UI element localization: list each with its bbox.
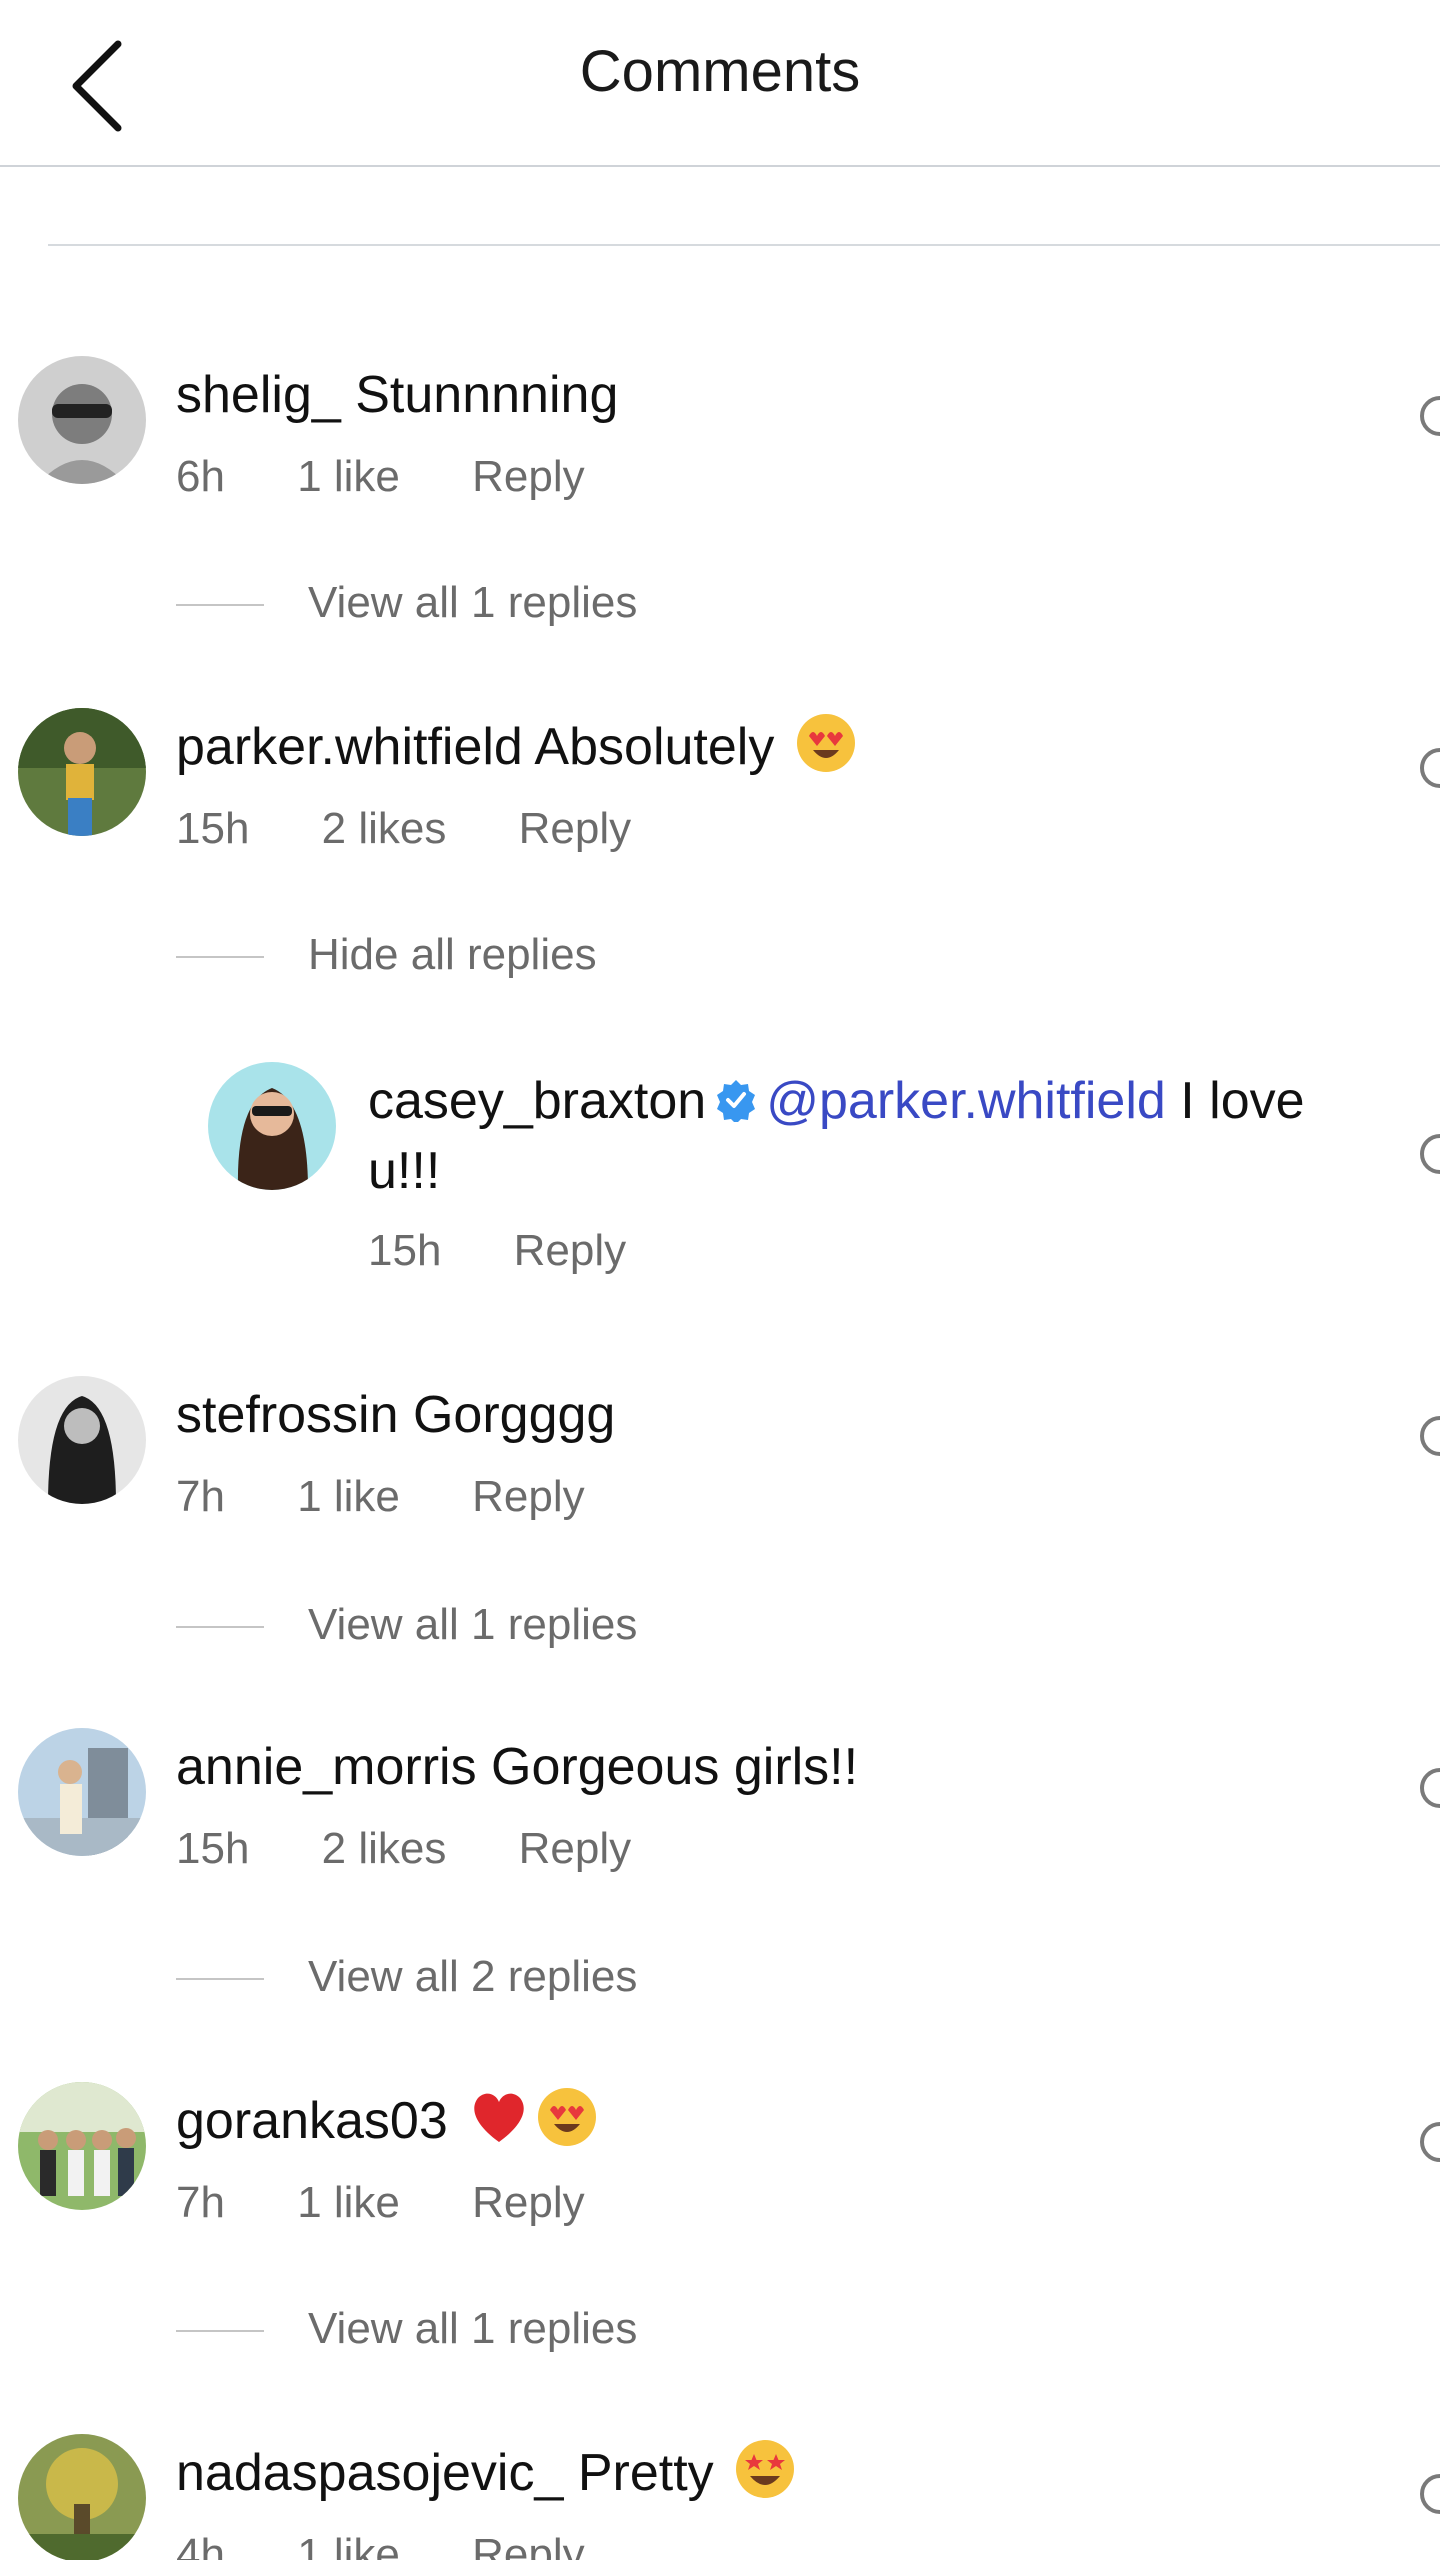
comment-username[interactable]: shelig_ [176,366,341,424]
comment-time: 7h [176,1472,225,1521]
heart-eyes-emoji [538,2088,597,2146]
comment-likes[interactable]: 1 like [297,2530,400,2560]
comment-meta: 7h 1 like Reply [176,1472,645,1522]
comment-meta: 6h 1 like Reply [176,452,645,502]
verified-badge-icon [717,1080,756,1122]
comment-username[interactable]: nadaspasojevic_ [176,2444,563,2502]
avatar[interactable] [18,708,146,836]
view-replies-button[interactable]: View all 2 replies [176,1952,637,2012]
star-struck-emoji [736,2440,795,2498]
reply-button[interactable]: Reply [519,1824,632,1873]
avatar[interactable] [18,1376,146,1504]
comment-time: 6h [176,452,225,501]
comment-likes[interactable]: 2 likes [322,1824,447,1873]
comment-text: annie_morris Gorgeous girls!! [176,1732,858,1802]
comment-username[interactable]: gorankas03 [176,2092,448,2150]
reply-button[interactable]: Reply [514,1226,627,1275]
comment-text: nadaspasojevic_ Pretty [176,2438,796,2508]
reply-button[interactable]: Reply [472,2178,585,2227]
mention-link[interactable]: @parker.whitfield [766,1072,1166,1130]
reply-button[interactable]: Reply [519,804,632,853]
comment-meta: 7h 1 like Reply [176,2178,645,2228]
avatar[interactable] [208,1062,336,1190]
hide-replies-button[interactable]: Hide all replies [176,930,597,990]
avatar[interactable] [18,2082,146,2210]
comment-meta: 15h 2 likes Reply [176,804,691,854]
comment-likes[interactable]: 1 like [297,452,400,501]
comment-time: 7h [176,2178,225,2227]
comment-likes[interactable]: 1 like [297,2178,400,2227]
comment-text: shelig_ Stunnnning [176,360,618,430]
reply-text: casey_braxton @parker.whitfield I love [368,1066,1305,1136]
red-heart-emoji [474,2093,524,2142]
reply-body: I love [1180,1072,1305,1130]
heart-icon[interactable] [1420,2122,1440,2162]
page-title: Comments [579,39,861,104]
comment-meta: 15h 2 likes Reply [176,1824,691,1874]
comment-time: 15h [176,804,250,853]
heart-icon[interactable] [1420,396,1440,436]
comment-body: Pretty [577,2444,714,2502]
view-replies-button[interactable]: View all 1 replies [176,1600,637,1660]
heart-eyes-emoji [796,714,855,772]
comment-time: 4h [176,2530,225,2560]
reply-button[interactable]: Reply [472,2530,585,2560]
comment-body: Stunnnning [355,366,619,424]
comment-likes[interactable]: 2 likes [322,804,447,853]
avatar[interactable] [18,2434,146,2560]
comment-text: parker.whitfield Absolutely [176,712,857,782]
comment-username[interactable]: stefrossin [176,1386,399,1444]
header: Comments [0,0,1440,167]
heart-icon[interactable] [1420,1416,1440,1456]
avatar[interactable] [18,1728,146,1856]
reply-body-continued: u!!! [368,1142,441,1200]
heart-icon[interactable] [1420,1134,1440,1174]
reply-time: 15h [368,1226,442,1275]
caption-divider [48,244,1440,246]
comment-text: stefrossin Gorgggg [176,1380,615,1450]
heart-icon[interactable] [1420,748,1440,788]
comment-username[interactable]: parker.whitfield [176,718,523,776]
comment-likes[interactable]: 1 like [297,1472,400,1521]
comment-body: Absolutely [534,718,775,776]
comment-username[interactable]: annie_morris [176,1738,477,1796]
view-replies-button[interactable]: View all 1 replies [176,578,637,638]
comments-screen: Comments shelig_ Stunnnning 6h 1 like Re… [0,0,1440,2560]
comment-meta: 4h 1 like Reply [176,2530,645,2560]
view-replies-button[interactable]: View all 1 replies [176,2304,637,2364]
heart-icon[interactable] [1420,2474,1440,2514]
comment-time: 15h [176,1824,250,1873]
avatar[interactable] [18,356,146,484]
heart-icon[interactable] [1420,1768,1440,1808]
header-divider [0,165,1440,167]
reply-button[interactable]: Reply [472,1472,585,1521]
comment-text: gorankas03 [176,2086,598,2156]
reply-username[interactable]: casey_braxton [368,1072,706,1130]
reply-meta: 15h Reply [368,1226,686,1276]
comment-body: Gorgeous girls!! [491,1738,859,1796]
comment-body: Gorgggg [412,1386,616,1444]
reply-button[interactable]: Reply [472,452,585,501]
